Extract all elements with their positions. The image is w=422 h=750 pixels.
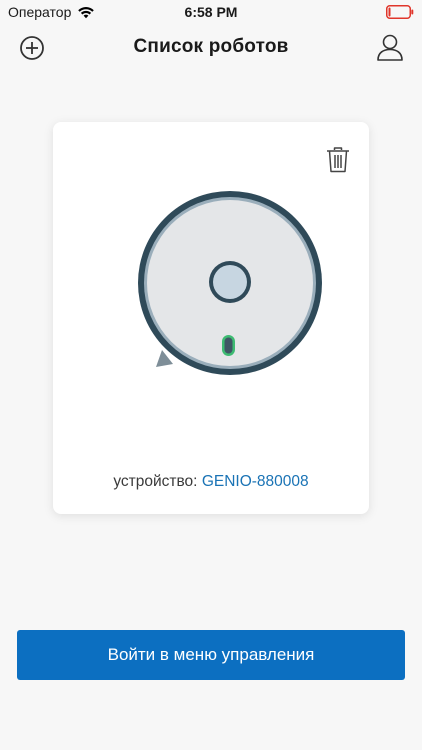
status-bar: Оператор 6:58 PM [0,0,422,24]
profile-button[interactable] [376,33,404,63]
robot-vacuum-image [138,191,322,375]
delete-robot-button[interactable] [325,146,351,174]
user-icon [377,34,403,61]
device-name: GENIO-880008 [201,473,309,490]
battery-icon [386,5,414,19]
robot-vacuum-icon [138,191,322,375]
enter-control-menu-button[interactable]: Войти в меню управления [17,630,405,680]
battery-level-fill [388,7,391,17]
page-title: Список роботов [133,36,289,57]
trash-icon [327,147,349,173]
robot-card[interactable]: устройство: GENIO-880008 [53,122,369,514]
device-label: устройство: [113,473,198,490]
status-time: 6:58 PM [184,4,238,20]
navigation-bar: Список роботов [0,26,422,70]
device-info: устройство: GENIO-880008 [53,473,369,491]
